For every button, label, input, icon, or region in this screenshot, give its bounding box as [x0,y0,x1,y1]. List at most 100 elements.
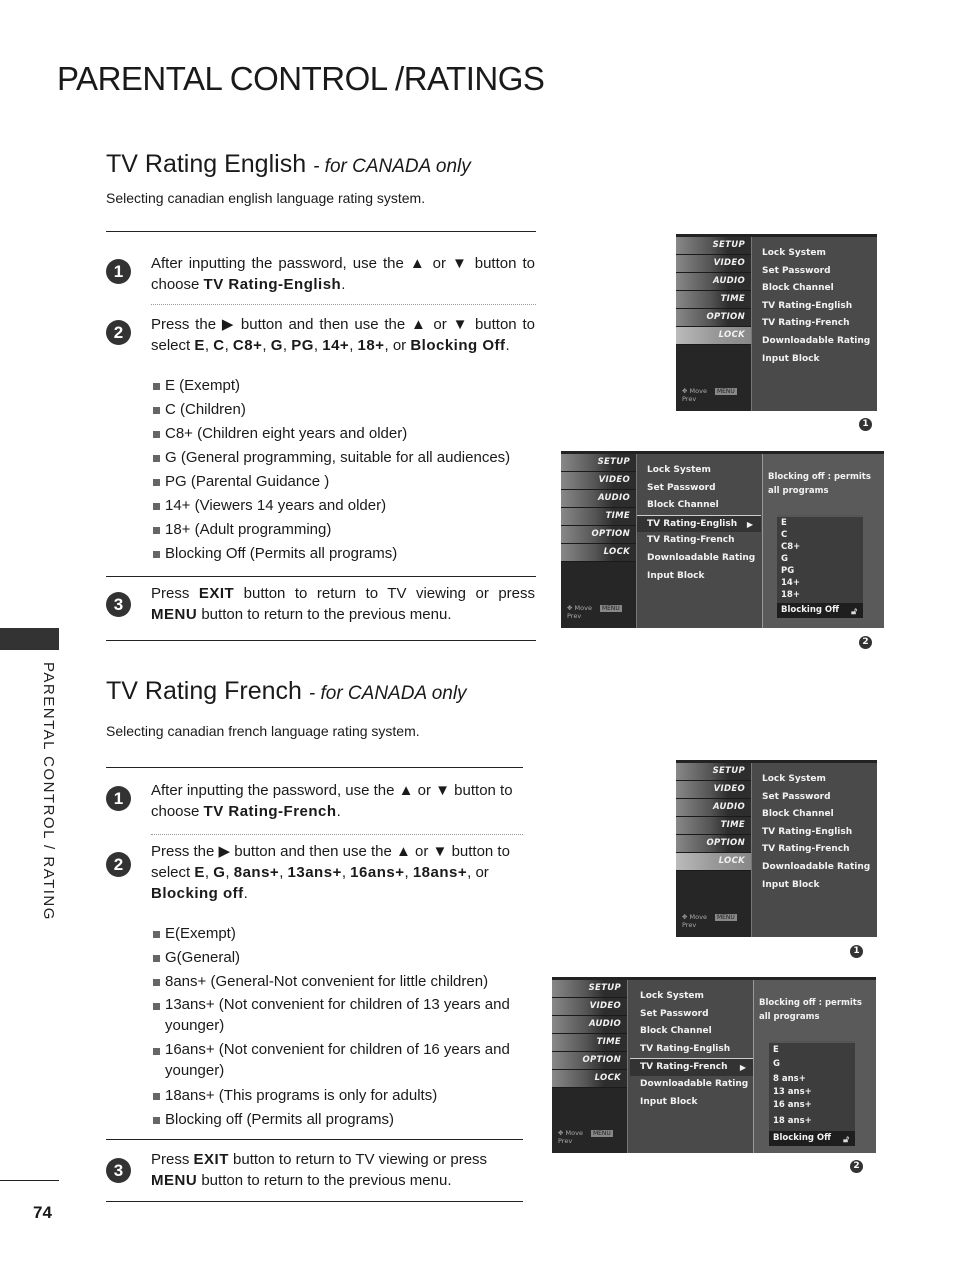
osd-tab-video[interactable]: VIDEO [676,255,751,273]
osd-lock-menu: Lock System Set Password Block Channel T… [760,771,870,894]
rating-option-18[interactable]: 18+ [781,589,863,601]
osd-tab-setup[interactable]: SETUP [676,763,751,781]
step-2-badge: 2 [106,320,131,345]
osd-item-tv-rating-french[interactable]: TV Rating-French [760,315,870,333]
list-item: 18ans+ (This programs is only for adults… [153,1084,513,1108]
osd-tab-audio[interactable]: AUDIO [561,490,636,508]
rating-option-g[interactable]: G [781,553,863,565]
rating-option-18ans[interactable]: 18 ans+ [773,1114,855,1129]
osd-tab-lock[interactable]: LOCK [676,853,751,871]
osd-tab-lock[interactable]: LOCK [676,327,751,345]
divider [106,231,536,232]
unlock-icon: 🔓︎ [851,607,857,617]
figure-number: 2 [850,1160,863,1173]
rating-option-e[interactable]: E [773,1043,855,1057]
osd-tab-option[interactable]: OPTION [552,1052,627,1070]
osd-tab-audio[interactable]: AUDIO [552,1016,627,1034]
osd-item-downloadable-rating[interactable]: Downloadable Rating [760,333,870,351]
rating-option-blocking-off[interactable]: Blocking Off 🔓︎ [777,603,863,618]
osd-hint-text: Blocking off : permits all programs [768,472,871,496]
osd-item-tv-rating-english[interactable]: TV Rating-English [760,824,870,842]
osd-item-lock-system[interactable]: Lock System [760,245,870,263]
rating-option-pg[interactable]: PG [781,565,863,577]
osd-item-tv-rating-french[interactable]: TV Rating-French [645,532,761,550]
osd-item-tv-rating-english[interactable]: TV Rating-English [638,1041,754,1059]
osd-tab-setup[interactable]: SETUP [676,237,751,255]
osd-tab-time[interactable]: TIME [561,508,636,526]
rating-option-16ans[interactable]: 16 ans+ [773,1099,855,1114]
osd-item-set-password[interactable]: Set Password [638,1006,754,1024]
english-title: TV Rating English [106,150,307,178]
list-item: PG (Parental Guidance ) [153,470,510,494]
osd-item-tv-rating-english[interactable]: TV Rating-English [760,298,870,316]
rating-option-8ans[interactable]: 8 ans+ [773,1072,855,1086]
osd-item-tv-rating-english[interactable]: TV Rating-English ▶ [637,514,761,533]
osd-item-downloadable-rating[interactable]: Downloadable Rating [638,1076,754,1094]
osd-menu-french-step2: SETUP VIDEO AUDIO TIME OPTION LOCK ✥ Mov… [552,977,876,1153]
osd-item-downloadable-rating[interactable]: Downloadable Rating [760,859,870,877]
step-1-badge: 1 [106,786,131,811]
osd-tab-time[interactable]: TIME [676,291,751,309]
osd-item-input-block[interactable]: Input Block [638,1094,754,1112]
rating-option-c[interactable]: C [781,529,863,541]
step-3-badge: 3 [106,1158,131,1183]
osd-item-block-channel[interactable]: Block Channel [645,497,761,515]
rating-option-c8[interactable]: C8+ [781,541,863,553]
osd-tab-setup[interactable]: SETUP [561,454,636,472]
osd-item-set-password[interactable]: Set Password [760,263,870,281]
osd-tab-time[interactable]: TIME [676,817,751,835]
english-description: Selecting canadian english language rati… [106,190,426,206]
rating-option-13ans[interactable]: 13 ans+ [773,1086,855,1099]
french-step-3-text: Press EXIT button to return to TV viewin… [151,1151,488,1189]
rating-option-g[interactable]: G [773,1057,855,1072]
osd-item-input-block[interactable]: Input Block [760,877,870,895]
rating-option-e[interactable]: E [781,517,863,529]
osd-lock-menu: Lock System Set Password Block Channel T… [630,988,754,1112]
osd-item-tv-rating-french[interactable]: TV Rating-French ▶ [630,1058,754,1076]
osd-item-block-channel[interactable]: Block Channel [638,1023,754,1041]
list-item: 18+ (Adult programming) [153,518,510,542]
osd-item-tv-rating-french[interactable]: TV Rating-French [760,841,870,859]
osd-item-block-channel[interactable]: Block Channel [760,280,870,298]
osd-tab-lock[interactable]: LOCK [561,544,636,562]
menu-key-icon: MENU [590,1130,613,1137]
osd-tab-audio[interactable]: AUDIO [676,273,751,291]
osd-tab-option[interactable]: OPTION [561,526,636,544]
osd-sidebar: SETUP VIDEO AUDIO TIME OPTION LOCK ✥ Mov… [676,237,752,411]
osd-tab-video[interactable]: VIDEO [676,781,751,799]
rating-options-list: E G 8 ans+ 13 ans+ 16 ans+ 18 ans+ Block… [769,1041,855,1146]
osd-tab-time[interactable]: TIME [552,1034,627,1052]
move-icon: ✥ [682,387,688,395]
osd-hint-text: Blocking off : permits all programs [759,998,862,1022]
osd-tab-option[interactable]: OPTION [676,309,751,327]
list-item: C8+ (Children eight years and older) [153,422,510,446]
osd-tab-audio[interactable]: AUDIO [676,799,751,817]
arrow-right-icon: ▶ [746,519,753,529]
osd-item-lock-system[interactable]: Lock System [645,462,761,480]
osd-tab-video[interactable]: VIDEO [552,998,627,1016]
osd-item-set-password[interactable]: Set Password [760,789,870,807]
english-step-3-text: Press EXIT button to return to TV viewin… [151,585,535,623]
menu-key-icon: MENU [714,914,737,921]
step-1-badge: 1 [106,259,131,284]
osd-item-set-password[interactable]: Set Password [645,480,761,498]
osd-tab-lock[interactable]: LOCK [552,1070,627,1088]
list-item: 8ans+ (General-Not convenient for little… [153,970,513,994]
osd-tab-setup[interactable]: SETUP [552,980,627,998]
side-section-label: PARENTAL CONTROL / RATING [40,662,57,921]
move-icon: ✥ [682,913,688,921]
osd-tab-video[interactable]: VIDEO [561,472,636,490]
osd-item-input-block[interactable]: Input Block [760,351,870,369]
osd-item-lock-system[interactable]: Lock System [760,771,870,789]
dotted-divider [151,834,523,835]
rating-option-blocking-off[interactable]: Blocking Off 🔓︎ [769,1131,855,1146]
osd-item-input-block[interactable]: Input Block [645,568,761,586]
osd-item-block-channel[interactable]: Block Channel [760,806,870,824]
osd-item-lock-system[interactable]: Lock System [638,988,754,1006]
osd-lock-menu: Lock System Set Password Block Channel T… [760,245,870,368]
list-item: G(General) [153,946,513,970]
osd-item-downloadable-rating[interactable]: Downloadable Rating [645,550,761,568]
rating-option-14[interactable]: 14+ [781,577,863,589]
osd-tab-option[interactable]: OPTION [676,835,751,853]
osd-sidebar: SETUP VIDEO AUDIO TIME OPTION LOCK ✥ Mov… [676,763,752,937]
